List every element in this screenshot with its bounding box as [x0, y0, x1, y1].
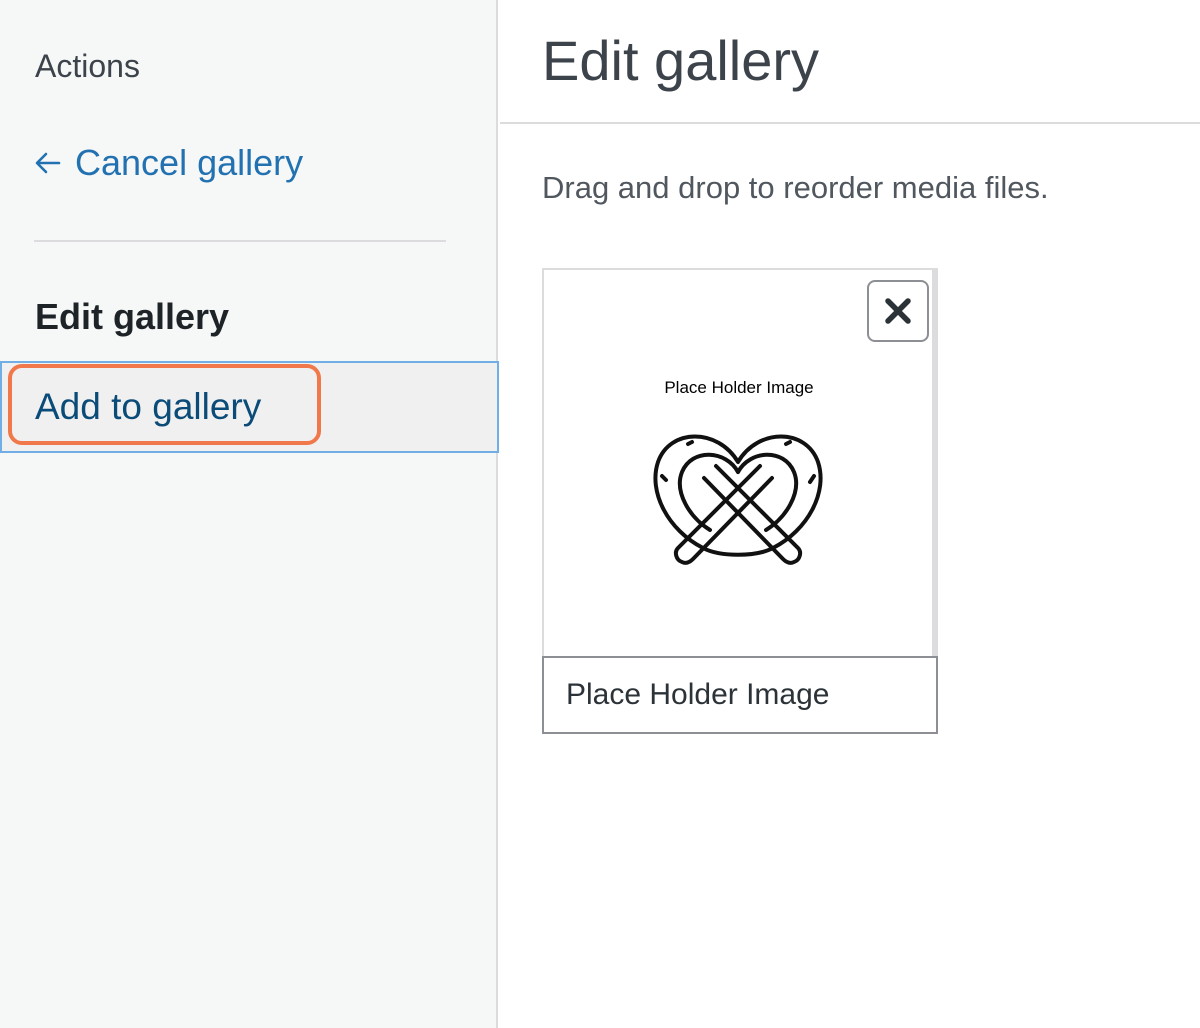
media-sidebar: Actions Cancel gallery Edit gallery Add … — [0, 0, 499, 1028]
pretzel-image — [653, 434, 823, 565]
cancel-gallery-label: Cancel gallery — [75, 142, 304, 183]
cancel-gallery-link[interactable]: Cancel gallery — [33, 142, 303, 184]
arrow-left-icon — [35, 152, 61, 174]
title-divider — [500, 122, 1200, 124]
actions-heading: Actions — [35, 48, 140, 84]
remove-attachment-button[interactable] — [867, 280, 929, 342]
add-to-gallery-label: Add to gallery — [35, 386, 262, 427]
sidebar-divider — [34, 240, 446, 242]
caption-field[interactable] — [542, 656, 938, 734]
page-title: Edit gallery — [542, 29, 820, 92]
reorder-instructions: Drag and drop to reorder media files. — [542, 170, 1049, 205]
gallery-edit-panel: Edit gallery Drag and drop to reorder me… — [500, 0, 1200, 1028]
add-to-gallery-menu-item[interactable]: Add to gallery — [0, 361, 499, 453]
thumbnail-caption-text: Place Holder Image — [664, 378, 814, 397]
close-icon — [885, 298, 911, 324]
attachment-card[interactable]: Place Holder Image — [542, 268, 938, 734]
attachment-thumbnail[interactable]: Place Holder Image — [542, 268, 938, 658]
edit-gallery-section-title: Edit gallery — [35, 296, 230, 337]
